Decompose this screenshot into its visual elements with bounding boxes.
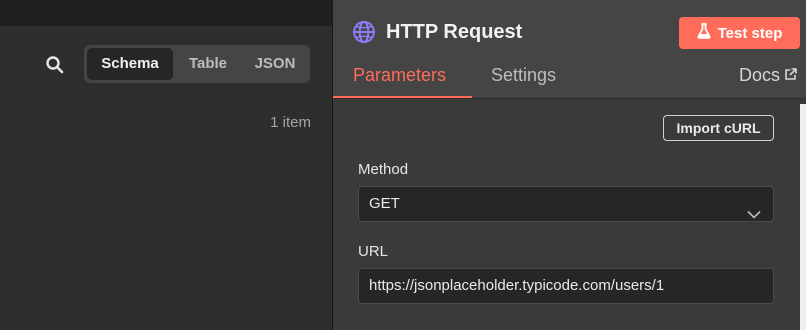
node-title: HTTP Request	[386, 21, 523, 43]
search-icon[interactable]	[42, 52, 68, 78]
view-tab-json[interactable]: JSON	[243, 48, 307, 80]
chevron-down-icon	[747, 198, 761, 232]
flask-icon	[697, 23, 711, 43]
url-label: URL	[358, 243, 389, 260]
method-value: GET	[369, 195, 400, 212]
scrollbar[interactable]	[800, 104, 806, 330]
import-curl-button[interactable]: Import cURL	[663, 115, 774, 141]
active-tab-indicator	[333, 96, 472, 98]
view-tab-table[interactable]: Table	[173, 48, 243, 80]
parameters-body: Import cURL Method GET URL https://jsonp…	[333, 99, 806, 330]
globe-icon	[352, 20, 376, 44]
view-mode-selector: Schema Table JSON	[84, 45, 310, 83]
tab-settings[interactable]: Settings	[491, 65, 556, 86]
method-select[interactable]: GET	[358, 186, 774, 222]
external-link-icon	[784, 65, 797, 86]
left-top-bar	[0, 0, 332, 26]
docs-label: Docs	[738, 65, 780, 85]
docs-link[interactable]: Docs	[739, 65, 797, 86]
view-tab-schema[interactable]: Schema	[87, 48, 173, 80]
test-step-label: Test step	[717, 24, 783, 42]
item-count: 1 item	[270, 114, 311, 131]
test-step-button[interactable]: Test step	[679, 17, 800, 49]
node-header: HTTP Request Test step Parameters Settin…	[333, 0, 806, 99]
node-details-panel: HTTP Request Test step Parameters Settin…	[332, 0, 806, 330]
tab-parameters[interactable]: Parameters	[353, 65, 446, 86]
url-input[interactable]: https://jsonplaceholder.typicode.com/use…	[358, 268, 774, 304]
node-tabs: Parameters Settings Docs	[333, 58, 806, 99]
method-label: Method	[358, 161, 409, 178]
